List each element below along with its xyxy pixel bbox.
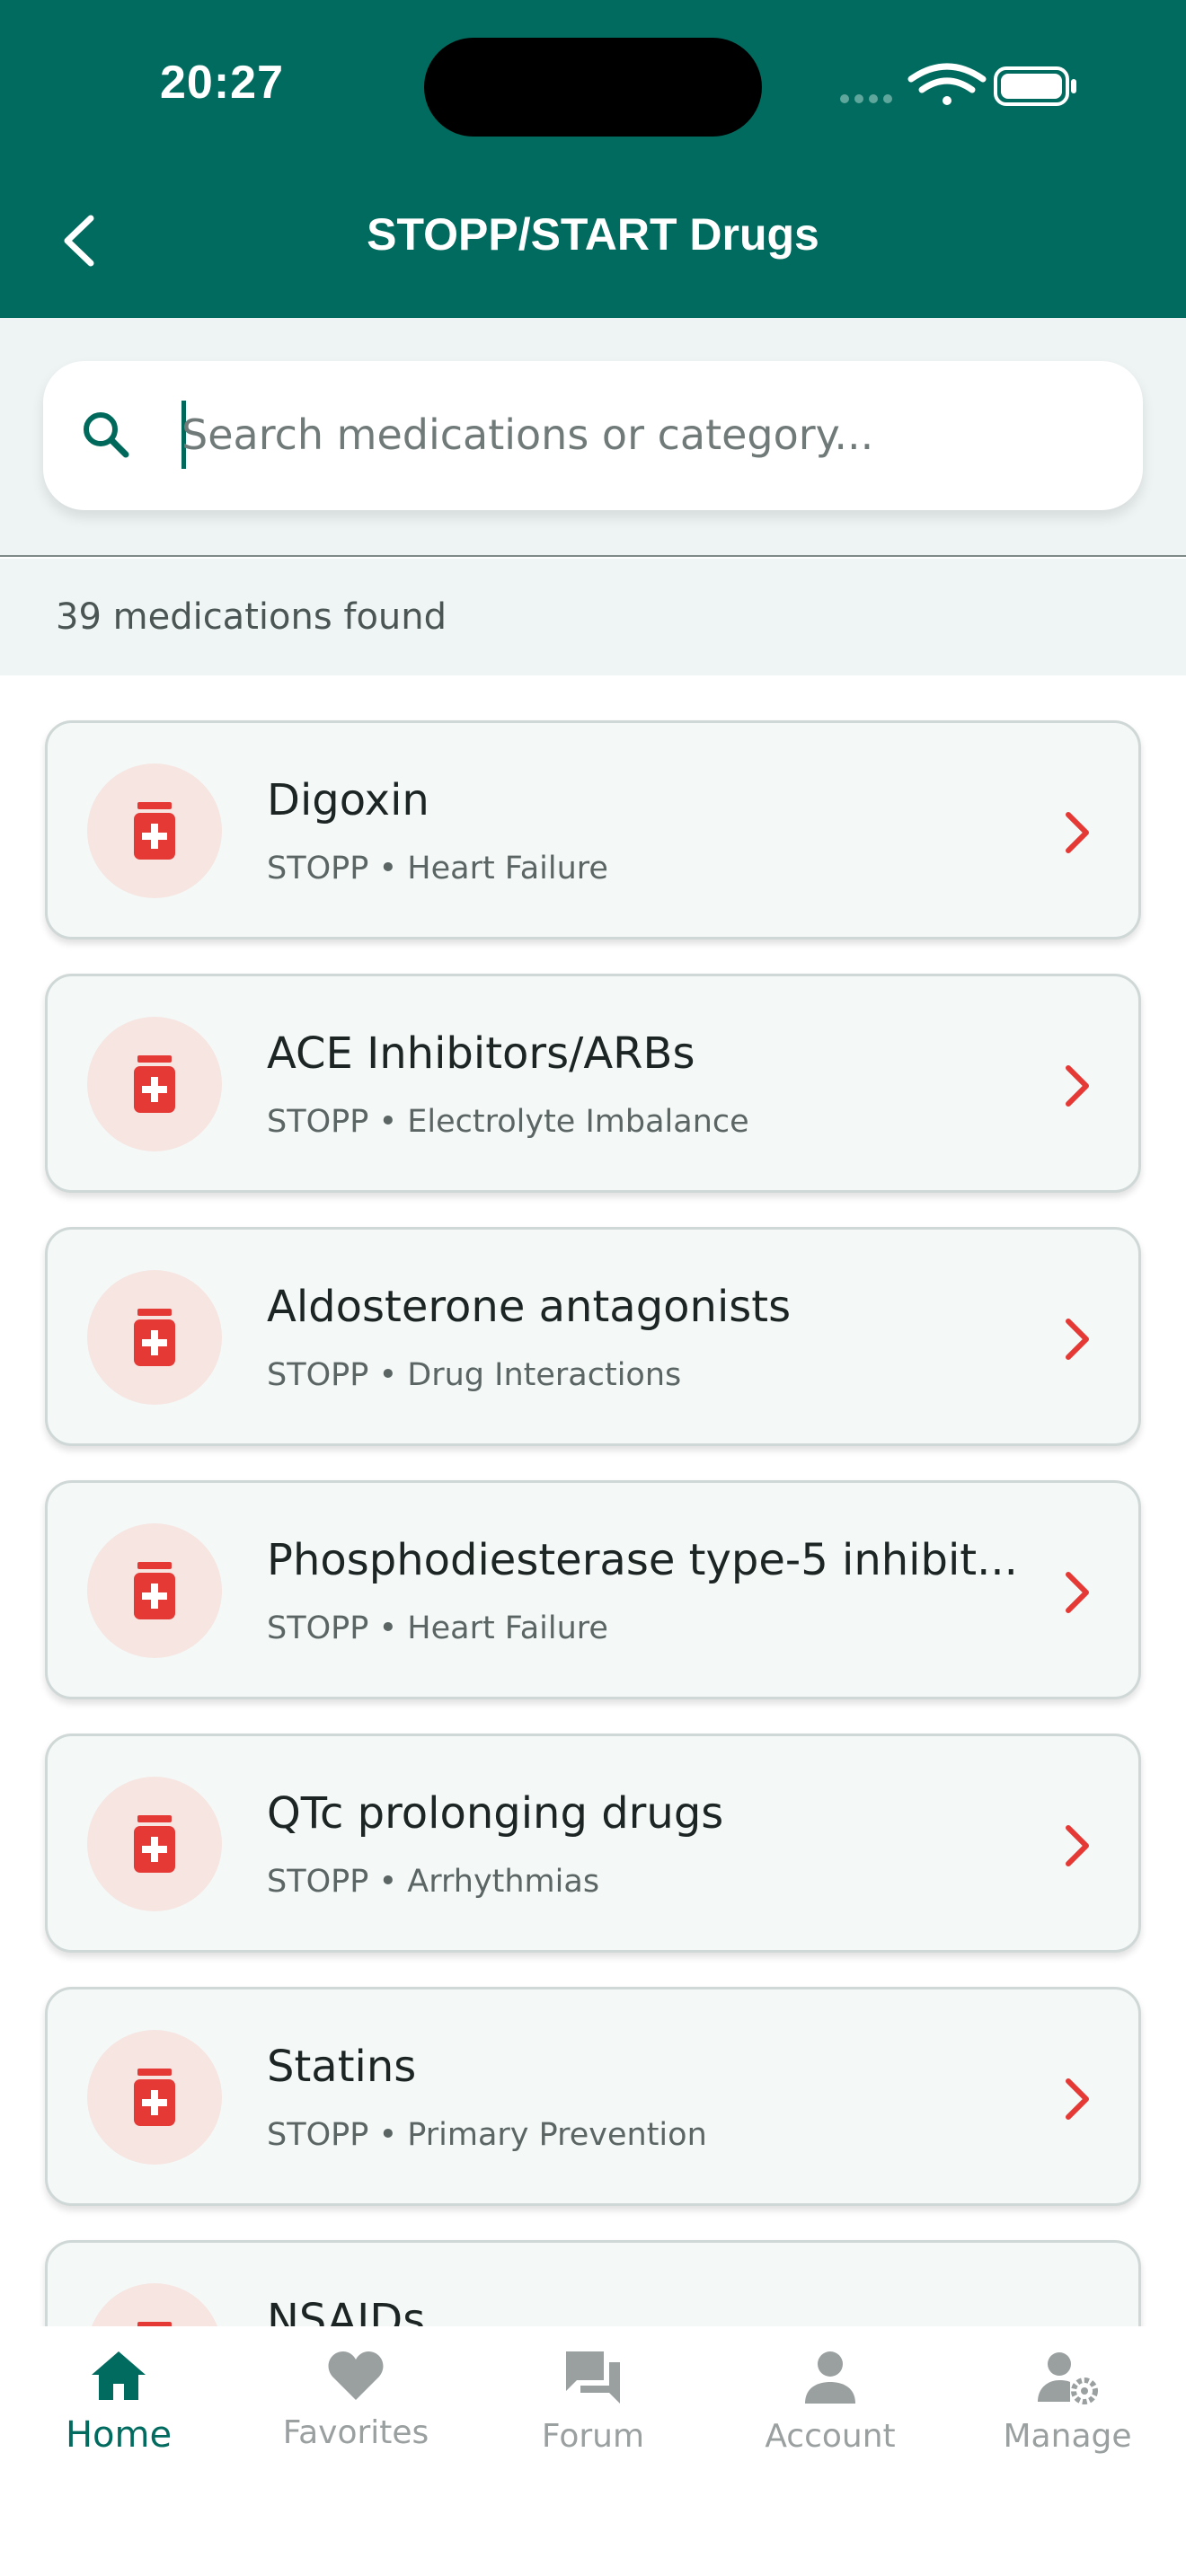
chevron-right-icon [1066, 1065, 1089, 1107]
bottom-navigation: Home Favorites Forum Account Manage [0, 2326, 1186, 2576]
meta-separator: • [368, 1864, 408, 1900]
dynamic-island [424, 38, 762, 137]
chevron-right-icon [1066, 2078, 1089, 2120]
medication-type: STOPP [267, 1610, 369, 1646]
nav-label: Account [765, 2418, 896, 2455]
chevron-right-icon [1066, 1572, 1089, 1613]
status-icons [840, 63, 1076, 106]
medication-avatar [87, 2030, 222, 2165]
nav-item-account[interactable]: Account [712, 2350, 949, 2475]
home-icon [92, 2351, 146, 2400]
medicine-bottle-icon [134, 802, 175, 860]
medication-type: STOPP [267, 1357, 369, 1393]
forum-icon [566, 2351, 620, 2404]
results-count-bar: 39 medications found [0, 559, 1186, 675]
medication-card[interactable]: NSAIDs [45, 2240, 1141, 2326]
meta-separator: • [368, 1357, 408, 1393]
medication-category: Heart Failure [407, 1610, 608, 1646]
medication-category: Arrhythmias [407, 1864, 600, 1900]
app-header: 20:27 STOPP/START Drugs [0, 0, 1186, 318]
medication-meta: STOPP • Heart Failure [267, 1610, 608, 1646]
nav-item-home[interactable]: Home [0, 2350, 237, 2475]
nav-label: Home [65, 2414, 173, 2456]
chevron-right-icon [1066, 812, 1089, 853]
account-icon [805, 2351, 855, 2404]
medication-meta: STOPP • Arrhythmias [267, 1864, 599, 1900]
medication-name: NSAIDs [267, 2295, 426, 2326]
search-icon [84, 412, 129, 458]
medication-meta: STOPP • Electrolyte Imbalance [267, 1104, 749, 1140]
battery-icon [994, 66, 1076, 106]
medication-name: ACE Inhibitors/ARBs [267, 1028, 695, 1079]
nav-item-manage[interactable]: Manage [949, 2350, 1186, 2475]
chevron-right-icon [1066, 1825, 1089, 1866]
medication-type: STOPP [267, 851, 369, 887]
medicine-bottle-icon [134, 1562, 175, 1619]
search-input[interactable] [181, 390, 1080, 480]
medicine-bottle-icon [134, 1815, 175, 1873]
heart-icon [328, 2351, 384, 2400]
meta-separator: • [368, 851, 408, 887]
medication-type: STOPP [267, 1864, 369, 1900]
medication-name: Digoxin [267, 775, 429, 825]
medication-avatar [87, 2283, 222, 2326]
medication-card[interactable]: Phosphodiesterase type-5 inhibit... STOP… [45, 1480, 1141, 1699]
medicine-bottle-icon [134, 1055, 175, 1113]
medication-card[interactable]: Statins STOPP • Primary Prevention [45, 1987, 1141, 2206]
meta-separator: • [368, 2117, 408, 2153]
medication-meta: STOPP • Primary Prevention [267, 2117, 707, 2153]
medication-avatar [87, 1270, 222, 1405]
cellular-signal-icon [840, 94, 892, 103]
search-box[interactable] [43, 361, 1143, 510]
medication-meta: STOPP • Heart Failure [267, 851, 608, 887]
medication-card[interactable]: QTc prolonging drugs STOPP • Arrhythmias [45, 1734, 1141, 1953]
medication-avatar [87, 763, 222, 898]
nav-label: Forum [541, 2418, 645, 2455]
search-area [0, 318, 1186, 557]
nav-item-favorites[interactable]: Favorites [237, 2350, 474, 2475]
meta-separator: • [368, 1610, 408, 1646]
nav-item-forum[interactable]: Forum [474, 2350, 712, 2475]
status-time: 20:27 [160, 57, 284, 109]
medication-card[interactable]: Aldosterone antagonists STOPP • Drug Int… [45, 1227, 1141, 1446]
medication-card[interactable]: ACE Inhibitors/ARBs STOPP • Electrolyte … [45, 974, 1141, 1193]
medication-name: QTc prolonging drugs [267, 1788, 724, 1839]
medication-type: STOPP [267, 2117, 369, 2153]
medication-type: STOPP [267, 1104, 369, 1140]
wifi-icon [907, 63, 987, 105]
medication-avatar [87, 1777, 222, 1911]
medication-category: Drug Interactions [407, 1357, 682, 1393]
medication-avatar [87, 1017, 222, 1151]
meta-separator: • [368, 1104, 408, 1140]
medication-name: Phosphodiesterase type-5 inhibit... [267, 1535, 1018, 1585]
medication-category: Electrolyte Imbalance [407, 1104, 749, 1140]
medication-card[interactable]: Digoxin STOPP • Heart Failure [45, 720, 1141, 940]
medicine-bottle-icon [134, 2069, 175, 2126]
manage-icon [1038, 2352, 1098, 2404]
results-count: 39 medications found [56, 596, 447, 638]
medication-name: Aldosterone antagonists [267, 1282, 792, 1332]
page-title: STOPP/START Drugs [367, 209, 819, 260]
nav-label: Manage [1003, 2418, 1132, 2455]
medication-category: Heart Failure [407, 851, 608, 887]
chevron-right-icon [1066, 1319, 1089, 1360]
nav-label: Favorites [282, 2414, 429, 2451]
medicine-bottle-icon [134, 1309, 175, 1366]
medication-category: Primary Prevention [407, 2117, 707, 2153]
medication-avatar [87, 1523, 222, 1658]
medication-list[interactable]: Digoxin STOPP • Heart Failure ACE Inhibi… [0, 675, 1186, 2326]
medication-name: Statins [267, 2042, 417, 2092]
medication-meta: STOPP • Drug Interactions [267, 1357, 681, 1393]
